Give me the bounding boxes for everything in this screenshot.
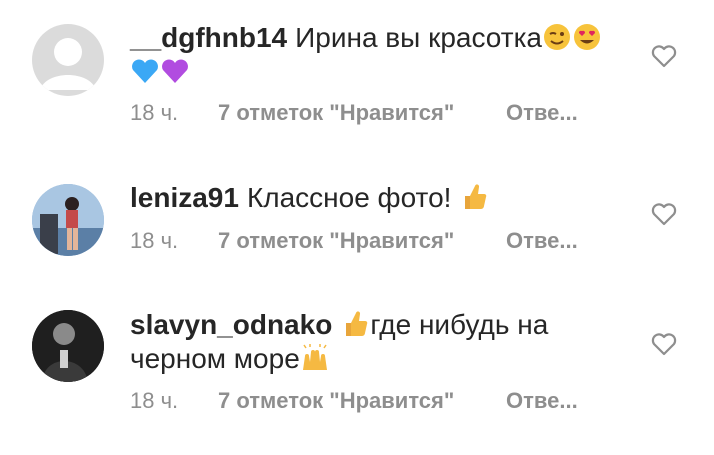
default-avatar-icon (40, 38, 96, 90)
comment-time: 18 ч. (130, 228, 179, 253)
comment-meta: 18 ч. 7 отметок "Нравится" Отве... (130, 100, 578, 130)
user-photo-icon (32, 310, 104, 382)
likes-count-link[interactable]: 7 отметок "Нравится" (218, 228, 506, 254)
avatar[interactable] (32, 24, 104, 96)
heart-eyes-emoji (574, 24, 600, 50)
reply-button[interactable]: Отве... (506, 388, 578, 414)
comment-item: __dgfhnb14 Ирина вы красотка 18 ч. 7 отмет… (0, 0, 714, 150)
thumbs-up-emoji (465, 184, 487, 209)
username[interactable]: slavyn_odnako (130, 309, 332, 340)
comment-body: Ирина вы красотка (295, 22, 542, 53)
purple-heart-emoji (162, 59, 188, 83)
comment-text: __dgfhnb14 Ирина вы красотка (130, 21, 630, 89)
like-heart-icon[interactable] (650, 200, 678, 228)
like-heart-icon[interactable] (650, 330, 678, 358)
comment-body: Классное фото! (246, 182, 452, 213)
comment-time: 18 ч. (130, 388, 179, 413)
username[interactable]: leniza91 (130, 182, 239, 213)
comment-item: slavyn_odnako где нибудь на черном море 1… (0, 290, 714, 455)
comment-meta: 18 ч. 7 отметок "Нравится" Отве... (130, 228, 578, 258)
comment-text: leniza91 Классное фото! (130, 181, 630, 215)
user-photo-icon (32, 184, 104, 256)
comment-meta: 18 ч. 7 отметок "Нравится" Отве... (130, 388, 578, 418)
comment-item: leniza91 Классное фото! 18 ч. 7 отметок "Н… (0, 150, 714, 290)
reply-button[interactable]: Отве... (506, 228, 578, 254)
raising-hands-emoji (302, 344, 327, 370)
reply-button[interactable]: Отве... (506, 100, 578, 126)
comment-body: где нибудь на (370, 309, 549, 340)
blue-heart-emoji (132, 59, 158, 83)
username[interactable]: __dgfhnb14 (130, 22, 287, 53)
like-heart-icon[interactable] (650, 42, 678, 70)
comment-time: 18 ч. (130, 100, 179, 125)
avatar[interactable] (32, 310, 104, 382)
likes-count-link[interactable]: 7 отметок "Нравится" (218, 388, 506, 414)
thumbs-up-emoji (346, 311, 368, 336)
likes-count-link[interactable]: 7 отметок "Нравится" (218, 100, 506, 126)
comment-body-continued: черном море (130, 343, 300, 374)
winking-face-emoji (544, 24, 570, 50)
comment-text: slavyn_odnako где нибудь на черном море (130, 308, 630, 376)
avatar[interactable] (32, 184, 104, 256)
